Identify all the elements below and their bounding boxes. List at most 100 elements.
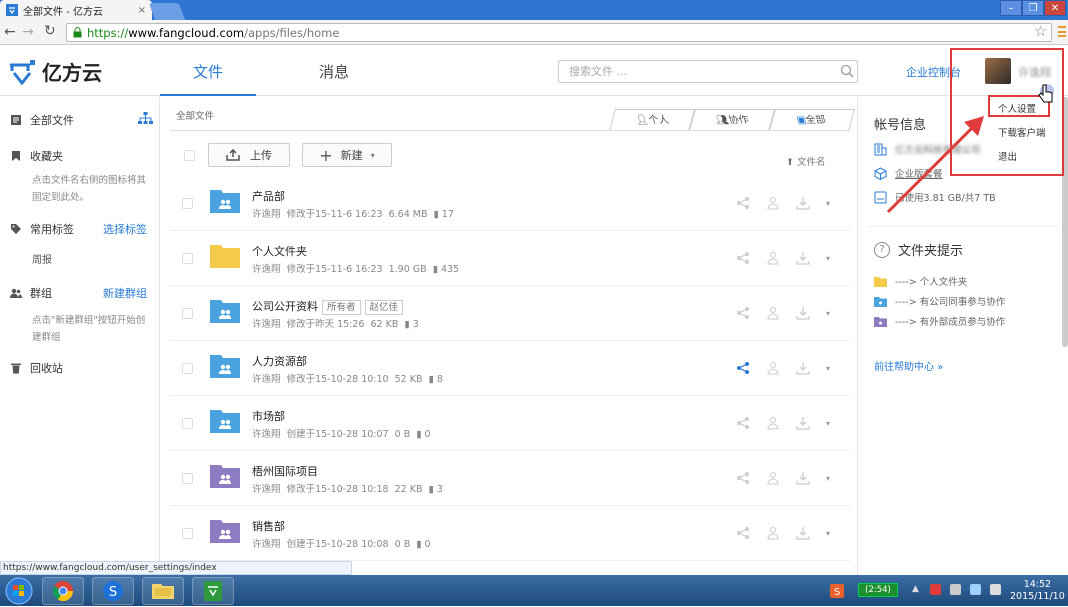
tab-personal[interactable]: 👤︎ 个人 (609, 109, 695, 131)
help-center-link[interactable]: 前往帮助中心 » (874, 358, 943, 373)
taskbar-sogou[interactable]: S (92, 577, 134, 605)
maximize-button[interactable]: ❐ (1022, 0, 1044, 16)
share-icon[interactable] (736, 306, 750, 320)
file-name[interactable]: 市场部 (252, 408, 285, 424)
share-icon[interactable] (736, 416, 750, 430)
nav-tab-messages[interactable]: 消息 (286, 46, 382, 96)
upload-button[interactable]: 上传 (208, 143, 290, 167)
battery-timer[interactable]: (2:54) (858, 583, 898, 597)
collaborate-icon[interactable] (766, 251, 780, 265)
row-checkbox[interactable] (182, 363, 193, 374)
download-icon[interactable] (796, 471, 810, 485)
table-row[interactable]: 产品部 许逸翔 修改于15-11-6 16:23 6.64 MB ▮ 17 ▾ (170, 176, 850, 231)
collaborate-icon[interactable] (766, 361, 780, 375)
file-name[interactable]: 产品部 (252, 188, 285, 204)
collaborate-icon[interactable] (766, 526, 780, 540)
bookmark-star-icon[interactable]: ☆ (1034, 22, 1047, 40)
row-checkbox[interactable] (182, 473, 193, 484)
brand-logo[interactable]: 亿方云 (8, 57, 102, 86)
file-name[interactable]: 梧州国际项目 (252, 463, 318, 479)
close-window-button[interactable]: ✕ (1044, 0, 1066, 16)
taskbar-chrome[interactable] (42, 577, 84, 605)
more-chevron-icon[interactable]: ▾ (826, 199, 830, 208)
forward-arrow-icon[interactable]: → (22, 24, 34, 40)
sidebar-item-all-files[interactable]: 全部文件 (10, 112, 74, 128)
row-checkbox[interactable] (182, 253, 193, 264)
address-bar[interactable]: https://www.fangcloud.com/apps/files/hom… (66, 23, 1052, 42)
share-icon[interactable] (736, 526, 750, 540)
table-row[interactable]: 公司公开资料 所有者 赵亿佳 许逸翔 修改于昨天 15:26 62 KB ▮ 3 ▾ (170, 286, 850, 341)
browser-tab-active[interactable]: 全部文件 - 亿方云 × (0, 0, 152, 20)
row-checkbox[interactable] (182, 308, 193, 319)
reload-icon[interactable]: ↻ (44, 23, 56, 39)
file-name[interactable]: 公司公开资料 所有者 赵亿佳 (252, 298, 404, 315)
tab-all[interactable]: ▣ 全部 (769, 109, 855, 131)
new-tab-button[interactable] (148, 3, 186, 20)
nav-tab-files[interactable]: 文件 (160, 46, 256, 96)
collaborate-icon[interactable] (766, 196, 780, 210)
share-icon[interactable] (736, 251, 750, 265)
share-icon[interactable] (736, 361, 750, 375)
download-icon[interactable] (796, 416, 810, 430)
download-icon[interactable] (796, 361, 810, 375)
file-name[interactable]: 人力资源部 (252, 353, 307, 369)
action-center-icon[interactable] (930, 584, 941, 595)
sidebar-label-favorites: 收藏夹 (30, 150, 63, 163)
windows-start-icon[interactable] (2, 576, 36, 606)
sidebar-item-groups[interactable]: 群组 (10, 285, 52, 301)
volume-icon[interactable] (990, 584, 1001, 595)
tag-item-weekly[interactable]: 周报 (32, 251, 52, 266)
taskbar-explorer[interactable] (142, 577, 184, 605)
org-tree-icon[interactable] (138, 112, 153, 125)
more-chevron-icon[interactable]: ▾ (826, 419, 830, 428)
table-row[interactable]: 梧州国际项目 许逸翔 修改于15-10-28 10:18 22 KB ▮ 3 ▾ (170, 451, 850, 506)
collaborate-icon[interactable] (766, 471, 780, 485)
table-row[interactable]: 市场部 许逸翔 创建于15-10-28 10:07 0 B ▮ 0 ▾ (170, 396, 850, 451)
back-arrow-icon[interactable]: ← (4, 24, 16, 40)
more-chevron-icon[interactable]: ▾ (826, 474, 830, 483)
more-chevron-icon[interactable]: ▾ (826, 529, 830, 538)
taskbar-fangcloud[interactable] (192, 577, 234, 605)
new-button[interactable]: + 新建 ▾ (302, 143, 392, 167)
file-name[interactable]: 销售部 (252, 518, 285, 534)
download-icon[interactable] (796, 196, 810, 210)
collaborate-icon[interactable] (766, 306, 780, 320)
select-tags-link[interactable]: 选择标签 (103, 221, 147, 237)
tab-close-icon[interactable]: × (138, 5, 146, 16)
share-icon[interactable] (736, 471, 750, 485)
sidebar-item-tags[interactable]: 常用标签 (10, 221, 74, 237)
taskbar-clock[interactable]: 14:52 2015/11/10 (1010, 579, 1065, 603)
search-input[interactable]: 搜索文件 ... (558, 60, 858, 83)
row-checkbox[interactable] (182, 528, 193, 539)
sogou-tray-icon[interactable]: S (830, 584, 844, 598)
file-owner: 许逸翔 (252, 429, 281, 440)
row-checkbox[interactable] (182, 198, 193, 209)
new-group-link[interactable]: 新建群组 (103, 285, 147, 301)
sidebar-item-favorites[interactable]: 收藏夹 (10, 148, 63, 164)
table-row[interactable]: 销售部 许逸翔 创建于15-10-28 10:08 0 B ▮ 0 ▾ (170, 506, 850, 561)
table-row[interactable]: 个人文件夹 许逸翔 修改于15-11-6 16:23 1.90 GB ▮ 435 ▾ (170, 231, 850, 286)
tab-collaboration[interactable]: 👥︎ 协作 (689, 109, 775, 131)
sidebar-item-trash[interactable]: 回收站 (10, 360, 63, 376)
row-checkbox[interactable] (182, 418, 193, 429)
tray-expand-icon[interactable]: ▲ (912, 584, 923, 595)
download-icon[interactable] (796, 526, 810, 540)
sort-by-name[interactable]: ⬆ 文件名 (786, 154, 826, 168)
breadcrumb[interactable]: 全部文件 (176, 108, 214, 122)
more-chevron-icon[interactable]: ▾ (826, 364, 830, 373)
search-icon[interactable] (840, 64, 854, 78)
download-icon[interactable] (796, 251, 810, 265)
more-chevron-icon[interactable]: ▾ (826, 254, 830, 263)
network-icon[interactable] (970, 584, 981, 595)
file-name[interactable]: 个人文件夹 (252, 243, 307, 259)
collaborate-icon[interactable] (766, 416, 780, 430)
share-icon[interactable] (736, 196, 750, 210)
more-chevron-icon[interactable]: ▾ (826, 309, 830, 318)
download-icon[interactable] (796, 306, 810, 320)
minimize-button[interactable]: – (1000, 0, 1022, 16)
battery-icon[interactable] (950, 584, 961, 595)
select-all-checkbox[interactable] (184, 150, 195, 161)
table-row[interactable]: 人力资源部 许逸翔 修改于15-10-28 10:10 52 KB ▮ 8 ▾ (170, 341, 850, 396)
browser-tab-title: 全部文件 - 亿方云 (23, 6, 103, 18)
menu-icon[interactable] (1058, 26, 1066, 37)
